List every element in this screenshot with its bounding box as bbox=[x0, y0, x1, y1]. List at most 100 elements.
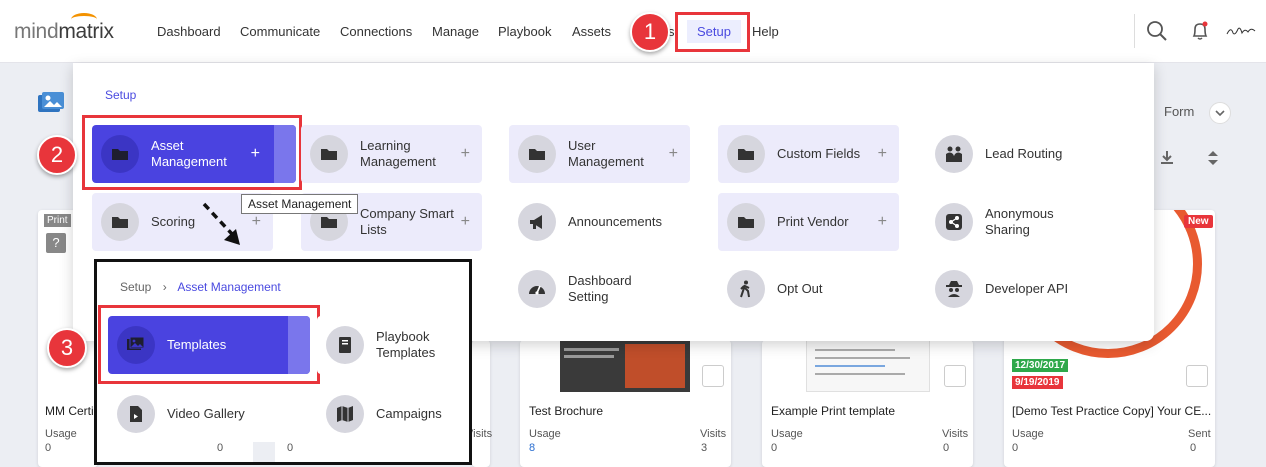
tile-label: Campaigns bbox=[376, 406, 442, 421]
callout-2: 2 bbox=[37, 135, 77, 175]
nav-help[interactable]: Help bbox=[752, 24, 779, 39]
tile-label: Dashboard Setting bbox=[568, 273, 632, 304]
form-filter-label[interactable]: Form bbox=[1164, 104, 1194, 119]
tile-custom-fields[interactable]: Custom Fields + bbox=[718, 125, 899, 183]
breadcrumb-current: Asset Management bbox=[177, 280, 281, 294]
folder-icon bbox=[738, 217, 754, 228]
tile-label: Playbook Templates bbox=[376, 329, 436, 360]
inset-value-a: 0 bbox=[217, 442, 224, 454]
tile-opt-out[interactable]: Opt Out bbox=[718, 260, 899, 318]
card-title: Test Brochure bbox=[529, 404, 604, 418]
tile-asset-management[interactable]: Asset Management + bbox=[92, 125, 296, 183]
breadcrumb-setup[interactable]: Setup bbox=[120, 280, 151, 294]
folder-icon bbox=[321, 149, 337, 160]
tile-label: Anonymous Sharing bbox=[985, 206, 1054, 237]
inset-strip bbox=[253, 442, 275, 462]
spy-icon bbox=[946, 281, 962, 297]
folder-icon bbox=[321, 217, 337, 228]
folder-icon bbox=[529, 149, 545, 160]
nav-communicate[interactable]: Communicate bbox=[240, 24, 320, 39]
folder-icon bbox=[738, 149, 754, 160]
bookmark-icon[interactable] bbox=[944, 365, 966, 387]
tile-print-vendor[interactable]: Print Vendor + bbox=[718, 193, 899, 251]
card-title: Example Print template bbox=[771, 404, 896, 418]
tile-learning-management[interactable]: Learning Management + bbox=[301, 125, 482, 183]
nav-divider bbox=[1134, 14, 1135, 48]
card-usage-label: Usage bbox=[1012, 428, 1044, 440]
inset-breadcrumb: Setup › Asset Management bbox=[120, 280, 281, 294]
tile-label: Lead Routing bbox=[985, 146, 1063, 161]
tile-developer-api[interactable]: Developer API bbox=[926, 260, 1107, 318]
tile-label: User Management bbox=[568, 138, 644, 169]
dashed-arrow bbox=[200, 200, 245, 253]
bookmark-icon[interactable] bbox=[702, 365, 724, 387]
tile-label: Learning Management bbox=[360, 138, 436, 169]
tile-lead-routing[interactable]: Lead Routing bbox=[926, 125, 1107, 183]
card-sent-label: Sent bbox=[1188, 428, 1211, 440]
help-icon: ? bbox=[46, 233, 66, 253]
megaphone-icon bbox=[530, 215, 542, 229]
bookmark-icon[interactable] bbox=[1186, 365, 1208, 387]
date-badge-green: 12/30/2017 bbox=[1012, 359, 1069, 372]
user-avatar-signature[interactable] bbox=[1225, 24, 1257, 43]
card-visits-value: 3 bbox=[701, 442, 708, 454]
tile-label: Developer API bbox=[985, 281, 1069, 296]
nav-dashboard[interactable]: Dashboard bbox=[157, 24, 221, 39]
tile-dashboard-setting[interactable]: Dashboard Setting bbox=[509, 260, 690, 318]
bell-icon[interactable] bbox=[1189, 20, 1211, 42]
map-icon bbox=[337, 406, 353, 422]
card-visits-label: Visits bbox=[700, 428, 727, 440]
tile-user-management[interactable]: User Management + bbox=[509, 125, 690, 183]
page-header-icon bbox=[37, 92, 65, 114]
date-badge-red: 9/19/2019 bbox=[1012, 376, 1063, 389]
nav-playbook[interactable]: Playbook bbox=[498, 24, 551, 39]
asset-management-tooltip: Asset Management bbox=[241, 194, 359, 214]
card-title: MM Certi bbox=[45, 404, 94, 418]
tile-anonymous-sharing[interactable]: Anonymous Sharing bbox=[926, 193, 1107, 251]
card-title: [Demo Test Practice Copy] Your CE... bbox=[1012, 404, 1212, 418]
callout-1: 1 bbox=[630, 12, 670, 52]
nav-setup[interactable]: Setup bbox=[687, 20, 741, 43]
card-usage-value: 0 bbox=[771, 442, 778, 454]
card-sent-value: 0 bbox=[1190, 442, 1197, 454]
tile-label: Asset Management bbox=[151, 138, 227, 169]
card-usage-label: Usage bbox=[529, 428, 561, 440]
tile-templates[interactable]: Templates bbox=[108, 316, 310, 374]
tile-video-gallery[interactable]: Video Gallery bbox=[108, 385, 310, 443]
image-icon bbox=[127, 336, 145, 350]
nav-manage[interactable]: Manage bbox=[432, 24, 479, 39]
tile-playbook-templates[interactable]: Playbook Templates bbox=[317, 316, 467, 374]
video-file-icon bbox=[130, 406, 142, 422]
tile-label: Video Gallery bbox=[167, 406, 245, 421]
share-icon bbox=[946, 214, 962, 230]
card-usage-value: 8 bbox=[529, 442, 536, 454]
walking-icon bbox=[740, 280, 750, 298]
new-badge: New bbox=[1184, 215, 1213, 228]
tile-announcements[interactable]: Announcements bbox=[509, 193, 690, 251]
card-visits-label: Visits bbox=[942, 428, 969, 440]
card-usage-label: Usage bbox=[45, 428, 77, 440]
print-tag: Print bbox=[44, 214, 71, 227]
download-icon[interactable] bbox=[1159, 150, 1175, 171]
tile-campaigns[interactable]: Campaigns bbox=[317, 385, 467, 443]
search-icon[interactable] bbox=[1146, 20, 1168, 42]
tile-label: Custom Fields bbox=[777, 146, 861, 161]
callout-3: 3 bbox=[47, 328, 87, 368]
card-usage-label: Usage bbox=[771, 428, 803, 440]
mindmatrix-logo[interactable]: mindmatrix bbox=[14, 13, 114, 44]
nav-assets[interactable]: Assets bbox=[572, 24, 611, 39]
card-visits-value: 0 bbox=[943, 442, 950, 454]
card-usage-value: 0 bbox=[1012, 442, 1019, 454]
tile-label: Company Smart Lists bbox=[360, 206, 454, 237]
tile-label: Templates bbox=[167, 337, 227, 352]
speedometer-icon bbox=[529, 285, 545, 295]
people-icon bbox=[946, 146, 962, 162]
chevron-down-icon[interactable] bbox=[1209, 102, 1231, 124]
menu-breadcrumb[interactable]: Setup bbox=[105, 88, 136, 102]
sort-icon[interactable] bbox=[1207, 150, 1219, 171]
card-thumbnail bbox=[560, 340, 690, 392]
card-thumbnail bbox=[806, 340, 930, 392]
book-icon bbox=[339, 337, 351, 353]
nav-connections[interactable]: Connections bbox=[340, 24, 412, 39]
folder-icon bbox=[112, 217, 128, 228]
